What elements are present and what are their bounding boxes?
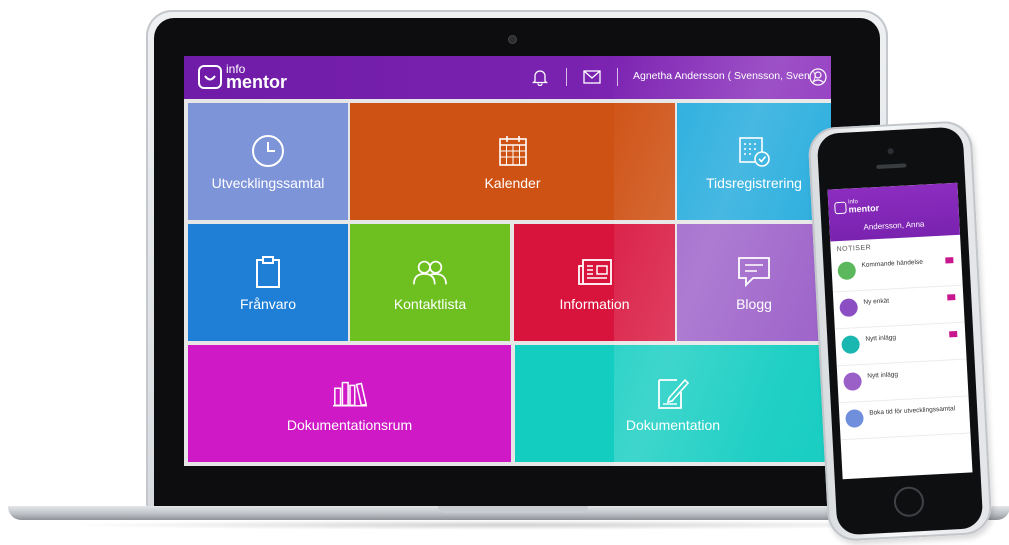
home-button[interactable]	[893, 486, 925, 518]
phone-screen: info mentor Andersson, Anna NOTISER Komm…	[827, 182, 973, 480]
laptop-opening-notch	[438, 506, 588, 513]
bell-icon[interactable]	[530, 67, 550, 87]
document-edit-icon	[655, 375, 691, 411]
logo-mentor-text: mentor	[226, 72, 288, 92]
tile-label: Kalender	[484, 174, 541, 191]
notification-title: Boka tid för utvecklingssamtal	[869, 405, 956, 417]
comment-icon	[736, 254, 772, 290]
tile-blogg[interactable]: Blogg	[677, 224, 831, 341]
infomentor-logo[interactable]: info mentor	[198, 62, 287, 92]
new-badge	[945, 257, 954, 264]
logo-smile-icon	[198, 65, 222, 89]
phone-face: info mentor Andersson, Anna NOTISER Komm…	[816, 126, 984, 536]
tile-utvecklingssamtal[interactable]: Utvecklingssamtal	[188, 103, 348, 220]
notification-item[interactable]: Boka tid för utvecklingssamtal	[838, 396, 971, 441]
new-badge	[947, 294, 956, 301]
books-icon	[332, 375, 368, 411]
tile-label: Information	[559, 295, 630, 312]
contacts-icon	[412, 254, 448, 290]
notification-comment-icon	[843, 372, 863, 392]
notification-title: Kommande händelse	[861, 258, 924, 269]
tile-franvaro[interactable]: Frånvaro	[188, 224, 348, 341]
tile-label: Blogg	[736, 295, 772, 312]
tile-label: Kontaktlista	[393, 295, 467, 312]
phone-logo-mentor: mentor	[848, 203, 880, 215]
laptop-shadow	[60, 520, 960, 530]
notification-title: Ny enkät	[863, 297, 890, 306]
laptop-screen: info mentor Agnetha Andersson ( Svensson…	[184, 56, 831, 466]
tile-label: Frånvaro	[239, 295, 297, 312]
tile-dokumentationsrum[interactable]: Dokumentationsrum	[188, 345, 511, 462]
webcam	[509, 36, 516, 43]
phone-section-title: NOTISER	[836, 244, 872, 254]
tile-label: Utvecklingssamtal	[211, 174, 325, 191]
tile-label: Dokumentation	[625, 416, 721, 433]
tile-label: Dokumentationsrum	[286, 416, 413, 433]
header-divider	[617, 68, 618, 86]
notification-calendar-icon	[837, 261, 857, 281]
calendar-icon	[495, 133, 531, 169]
new-badge	[949, 331, 958, 338]
tile-label: Tidsregistrering	[706, 174, 802, 191]
logo-smile-icon	[834, 201, 847, 214]
clipboard-icon	[250, 254, 286, 290]
tile-kalender[interactable]: Kalender	[350, 103, 675, 220]
phone-speaker	[876, 163, 907, 170]
top-bar: info mentor Agnetha Andersson ( Svensson…	[184, 56, 831, 99]
notification-title: Nytt inlägg	[865, 334, 897, 343]
user-name[interactable]: Agnetha Andersson ( Svensson, Sven )	[633, 70, 816, 82]
phone-camera	[887, 148, 894, 155]
time-calendar-icon	[736, 133, 772, 169]
notification-comment-icon	[841, 335, 861, 355]
tile-tidsregistrering[interactable]: Tidsregistrering	[677, 103, 831, 220]
user-circle-icon[interactable]	[808, 67, 828, 87]
mail-icon[interactable]	[582, 67, 602, 87]
tile-information[interactable]: Information	[514, 224, 675, 341]
phone-logo[interactable]: info mentor	[834, 199, 879, 215]
phone-device: info mentor Andersson, Anna NOTISER Komm…	[807, 119, 993, 543]
notification-title: Nytt inlägg	[867, 371, 899, 380]
header-divider	[566, 68, 567, 86]
notification-survey-icon	[839, 298, 859, 318]
tile-dokumentation[interactable]: Dokumentation	[515, 345, 831, 462]
notification-clock-icon	[845, 409, 864, 428]
phone-user-name[interactable]: Andersson, Anna	[863, 220, 924, 232]
clock-icon	[250, 133, 286, 169]
tile-kontaktlista[interactable]: Kontaktlista	[350, 224, 510, 341]
newspaper-icon	[577, 254, 613, 290]
phone-header: info mentor Andersson, Anna	[827, 182, 961, 242]
